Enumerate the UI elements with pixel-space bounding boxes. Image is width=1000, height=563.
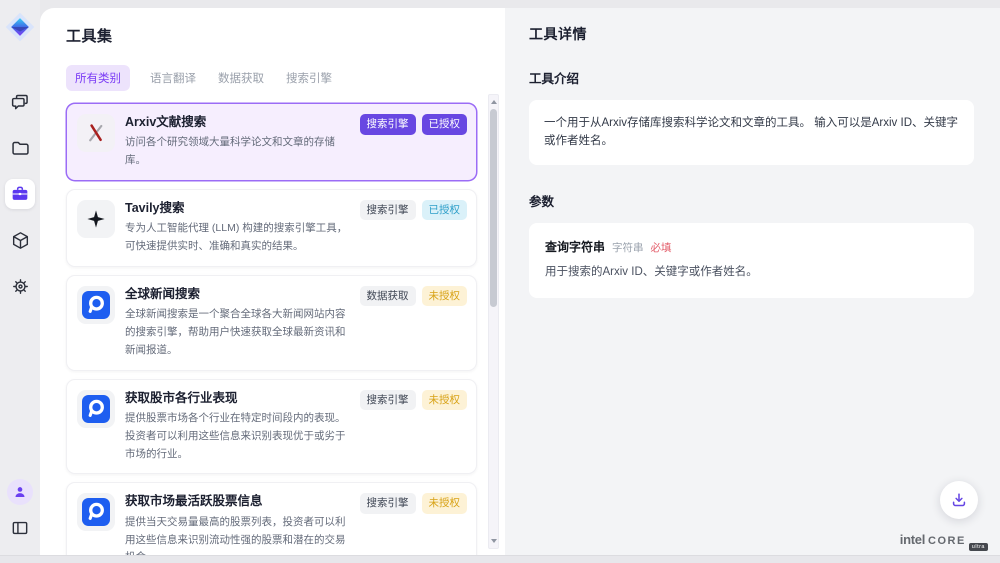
auth-status-badge: 已授权 — [422, 200, 468, 221]
tool-card-most-active-stocks[interactable]: 获取市场最活跃股票信息 提供当天交易量最高的股票列表，投资者可以利用这些信息来识… — [66, 482, 477, 555]
tab-translation[interactable]: 语言翻译 — [148, 65, 198, 91]
category-tabs: 所有类别 语言翻译 数据获取 搜索引擎 — [66, 65, 479, 91]
user-avatar-icon[interactable] — [7, 479, 33, 505]
tool-title: 全球新闻搜索 — [125, 286, 350, 302]
category-badge: 搜索引擎 — [360, 390, 416, 411]
intel-core-logo: intel CORE ultra — [900, 532, 988, 547]
param-name: 查询字符串 — [545, 238, 605, 255]
category-badge: 搜索引擎 — [360, 200, 416, 221]
params-section-title: 参数 — [529, 191, 974, 210]
left-rail — [0, 0, 40, 555]
tool-card-sector-performance[interactable]: 获取股市各行业表现 提供股票市场各个行业在特定时间段内的表现。投资者可以利用这些… — [66, 379, 477, 475]
tool-intro-text: 一个用于从Arxiv存储库搜索科学论文和文章的工具。 输入可以是Arxiv ID… — [544, 117, 958, 147]
tool-cards-list: Arxiv文献搜索 访问各个研究领域大量科学论文和文章的存储库。 搜索引擎 已授… — [40, 101, 505, 555]
tool-card-tavily[interactable]: Tavily搜索 专为人工智能代理 (LLM) 构建的搜索引擎工具，可快速提供实… — [66, 189, 477, 267]
app-logo[interactable] — [4, 11, 36, 43]
category-badge: 搜索引擎 — [360, 493, 416, 514]
scrollbar-thumb[interactable] — [490, 109, 497, 307]
category-badge: 搜索引擎 — [360, 114, 416, 135]
category-badge: 数据获取 — [360, 286, 416, 307]
news-search-icon — [77, 286, 115, 324]
tool-title: Arxiv文献搜索 — [125, 114, 350, 130]
tool-description: 全球新闻搜索是一个聚合全球各大新闻网站内容的搜索引擎，帮助用户快速获取全球最新资… — [125, 306, 350, 360]
tab-all-categories[interactable]: 所有类别 — [66, 65, 130, 91]
intro-section-title: 工具介绍 — [529, 68, 974, 87]
auth-status-badge: 已授权 — [422, 114, 468, 135]
tool-title: 获取股市各行业表现 — [125, 390, 350, 406]
app-window: 工具集 所有类别 语言翻译 数据获取 搜索引擎 Arxiv文献搜索 — [0, 0, 1000, 556]
auth-status-badge: 未授权 — [422, 390, 468, 411]
core-wordmark: CORE — [928, 535, 966, 547]
param-card: 查询字符串 字符串 必填 用于搜索的Arxiv ID、关键字或作者姓名。 — [529, 223, 974, 298]
intel-wordmark: intel — [900, 532, 925, 547]
tab-search-engine[interactable]: 搜索引擎 — [284, 65, 334, 91]
details-title: 工具详情 — [529, 24, 974, 44]
tool-details-pane: 工具详情 工具介绍 一个用于从Arxiv存储库搜索科学论文和文章的工具。 输入可… — [505, 8, 1000, 555]
news-search-icon — [77, 390, 115, 428]
folder-icon[interactable] — [5, 133, 35, 163]
layout-panel-icon[interactable] — [7, 515, 33, 541]
tool-description: 专为人工智能代理 (LLM) 构建的搜索引擎工具，可快速提供实时、准确和真实的结… — [125, 220, 350, 256]
param-required-flag: 必填 — [651, 240, 672, 255]
param-description: 用于搜索的Arxiv ID、关键字或作者姓名。 — [545, 264, 958, 281]
tool-list-pane: 工具集 所有类别 语言翻译 数据获取 搜索引擎 Arxiv文献搜索 — [40, 8, 505, 555]
news-search-icon — [77, 493, 115, 531]
list-scrollbar[interactable] — [488, 94, 499, 549]
rail-bottom — [7, 479, 33, 541]
download-button[interactable] — [940, 481, 978, 519]
tool-card-arxiv[interactable]: Arxiv文献搜索 访问各个研究领域大量科学论文和文章的存储库。 搜索引擎 已授… — [66, 103, 477, 181]
tab-data-fetch[interactable]: 数据获取 — [216, 65, 266, 91]
auth-status-badge: 未授权 — [422, 286, 468, 307]
gear-icon[interactable] — [5, 271, 35, 301]
tool-description: 提供当天交易量最高的股票列表，投资者可以利用这些信息来识别流动性强的股票和潜在的… — [125, 514, 350, 555]
cube-icon[interactable] — [5, 225, 35, 255]
scrollbar-down-arrow[interactable] — [489, 535, 498, 547]
ultra-badge: ultra — [969, 543, 988, 551]
tool-description: 提供股票市场各个行业在特定时间段内的表现。投资者可以利用这些信息来识别表现优于或… — [125, 410, 350, 464]
star-icon — [77, 200, 115, 238]
arxiv-icon — [77, 114, 115, 152]
toolbox-icon[interactable] — [5, 179, 35, 209]
auth-status-badge: 未授权 — [422, 493, 468, 514]
param-type: 字符串 — [612, 240, 644, 255]
rail-nav — [5, 87, 35, 301]
chat-icon[interactable] — [5, 87, 35, 117]
list-header: 工具集 所有类别 语言翻译 数据获取 搜索引擎 — [40, 8, 505, 101]
tool-description: 访问各个研究领域大量科学论文和文章的存储库。 — [125, 134, 350, 170]
tool-title: 获取市场最活跃股票信息 — [125, 493, 350, 509]
scrollbar-up-arrow[interactable] — [489, 96, 498, 108]
tool-title: Tavily搜索 — [125, 200, 350, 216]
tool-intro-card: 一个用于从Arxiv存储库搜索科学论文和文章的工具。 输入可以是Arxiv ID… — [529, 100, 974, 165]
download-icon — [950, 491, 968, 509]
tool-card-global-news[interactable]: 全球新闻搜索 全球新闻搜索是一个聚合全球各大新闻网站内容的搜索引擎，帮助用户快速… — [66, 275, 477, 371]
page-title: 工具集 — [66, 25, 479, 46]
